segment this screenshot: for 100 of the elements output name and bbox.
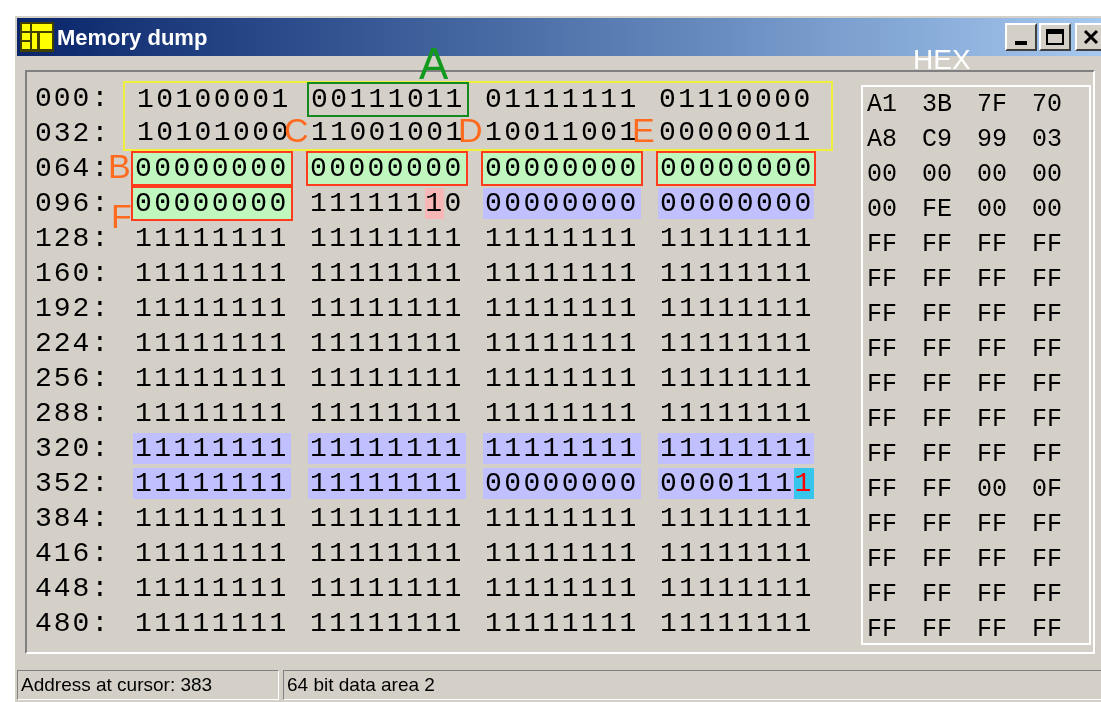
close-icon bbox=[1083, 29, 1099, 45]
address-label: 224: bbox=[35, 327, 110, 360]
byte-bits: 11111111 bbox=[134, 258, 290, 289]
address-label: 000: bbox=[35, 82, 110, 115]
minimize-button[interactable] bbox=[1005, 23, 1037, 51]
byte-bits: 11111111 bbox=[309, 223, 465, 254]
byte-bits: 00000000 bbox=[483, 188, 641, 219]
hex-value: FF bbox=[977, 404, 1008, 435]
hex-value: 03 bbox=[1032, 124, 1063, 155]
hex-value: FF bbox=[867, 229, 898, 260]
hex-value: FF bbox=[922, 614, 953, 645]
hex-value: FF bbox=[867, 579, 898, 610]
hex-value: 00 bbox=[977, 194, 1008, 225]
hex-value: FF bbox=[977, 369, 1008, 400]
hex-value: 00 bbox=[1032, 159, 1063, 190]
close-button[interactable] bbox=[1075, 23, 1101, 51]
hex-value: FF bbox=[867, 334, 898, 365]
hex-value: 7F bbox=[977, 89, 1008, 120]
hex-value: FF bbox=[977, 334, 1008, 365]
hex-value: FF bbox=[922, 299, 953, 330]
byte-bits: 11111111 bbox=[484, 223, 640, 254]
hex-value: 3B bbox=[922, 89, 953, 120]
byte-bits: 11111111 bbox=[659, 538, 814, 569]
callout-letter: F bbox=[111, 198, 132, 234]
byte-bits: 00000000 bbox=[133, 153, 291, 184]
hex-value: FF bbox=[922, 369, 953, 400]
maximize-button[interactable] bbox=[1039, 23, 1071, 51]
byte-bits: 11111111 bbox=[133, 433, 291, 464]
byte-bits: 11111111 bbox=[659, 258, 814, 289]
byte-bits: 11111111 bbox=[134, 223, 290, 254]
hex-value: FF bbox=[867, 439, 898, 470]
address-label: 480: bbox=[35, 607, 110, 640]
byte-bits: 11111111 bbox=[484, 503, 640, 534]
hex-value: FF bbox=[922, 334, 953, 365]
hex-value: FF bbox=[922, 544, 953, 575]
hex-value: FF bbox=[1032, 439, 1063, 470]
byte-bits: 11111111 bbox=[484, 573, 640, 604]
hex-value: FF bbox=[1032, 229, 1063, 260]
hex-value: FF bbox=[867, 614, 898, 645]
byte-bits: 11111111 bbox=[309, 573, 465, 604]
byte-bits: 11111111 bbox=[659, 363, 814, 394]
hex-value: 00 bbox=[1032, 194, 1063, 225]
app-icon bbox=[20, 22, 54, 52]
hex-value: C9 bbox=[922, 124, 953, 155]
byte-bits: 11111111 bbox=[309, 538, 465, 569]
hex-value: FF bbox=[867, 264, 898, 295]
hex-value: FF bbox=[977, 264, 1008, 295]
hex-value: FF bbox=[977, 299, 1008, 330]
byte-bits: 11111111 bbox=[309, 363, 465, 394]
byte-bits: 00000000 bbox=[658, 153, 814, 184]
byte-bits: 00000000 bbox=[483, 468, 641, 499]
address-label: 288: bbox=[35, 397, 110, 430]
byte-bits: 11111111 bbox=[134, 293, 290, 324]
hex-value: FF bbox=[977, 544, 1008, 575]
byte-bits: 11111111 bbox=[484, 398, 640, 429]
address-label: 064: bbox=[35, 152, 110, 185]
hex-value: FF bbox=[867, 369, 898, 400]
maximize-icon bbox=[1046, 29, 1064, 45]
address-label: 192: bbox=[35, 292, 110, 325]
hex-value: FF bbox=[1032, 369, 1063, 400]
byte-bits: 11111111 bbox=[659, 223, 814, 254]
hex-value: FF bbox=[1032, 579, 1063, 610]
byte-bits: 00000000 bbox=[133, 188, 291, 219]
hex-value: FF bbox=[867, 299, 898, 330]
address-label: 416: bbox=[35, 537, 110, 570]
hex-value: FF bbox=[1032, 404, 1063, 435]
byte-bits: 11111111 bbox=[484, 258, 640, 289]
hex-value: FF bbox=[922, 229, 953, 260]
byte-bits: 11111111 bbox=[659, 608, 814, 639]
hex-value: FF bbox=[867, 544, 898, 575]
address-label: 032: bbox=[35, 117, 110, 150]
hex-value: 99 bbox=[977, 124, 1008, 155]
byte-bits: 11111111 bbox=[309, 328, 465, 359]
hex-value: FF bbox=[977, 614, 1008, 645]
byte-bits: 11111111 bbox=[659, 328, 814, 359]
address-label: 160: bbox=[35, 257, 110, 290]
byte-bits: 11111111 bbox=[134, 398, 290, 429]
byte-bits: 00000000 bbox=[308, 153, 466, 184]
hex-value: FF bbox=[867, 474, 898, 505]
hex-value: 0F bbox=[1032, 474, 1063, 505]
byte-bits: 11111111 bbox=[659, 503, 814, 534]
hex-value: FF bbox=[1032, 334, 1063, 365]
address-label: 256: bbox=[35, 362, 110, 395]
address-label: 320: bbox=[35, 432, 110, 465]
minimize-icon bbox=[1015, 41, 1027, 45]
byte-bits: 10100001 bbox=[136, 84, 292, 115]
byte-bits: 11111111 bbox=[484, 538, 640, 569]
byte-bits: 11111111 bbox=[484, 328, 640, 359]
byte-bits: 00000000 bbox=[658, 188, 814, 219]
byte-bits: 11111111 bbox=[134, 363, 290, 394]
hex-value: FF bbox=[977, 439, 1008, 470]
address-label: 096: bbox=[35, 187, 110, 220]
hex-value: FF bbox=[977, 579, 1008, 610]
byte-bits: 11111111 bbox=[134, 538, 290, 569]
hex-value: 00 bbox=[977, 159, 1008, 190]
byte-bits: 11111111 bbox=[309, 258, 465, 289]
hex-value: FF bbox=[922, 404, 953, 435]
hex-value: FF bbox=[867, 404, 898, 435]
hex-value: FF bbox=[867, 509, 898, 540]
status-data-area: 64 bit data area 2 bbox=[283, 670, 1101, 700]
